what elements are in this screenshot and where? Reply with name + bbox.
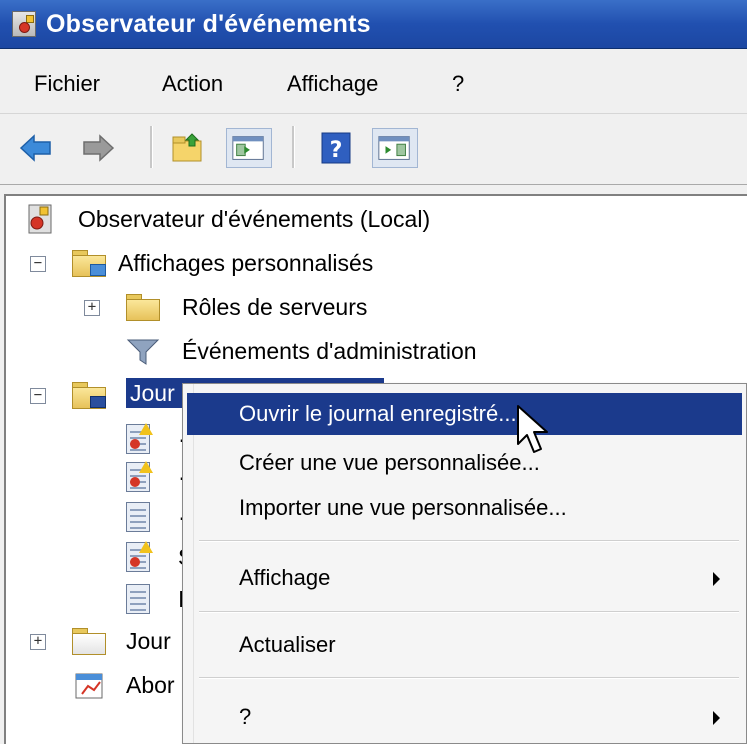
tree-item-root-label: Observateur d'événements (Local) [78,206,431,232]
tree-item-custom-views[interactable]: − Affichages personnalisés [20,244,720,284]
event-viewer-icon [28,204,52,234]
tree-item-admin-events-label: Événements d'administration [182,338,477,364]
tree-item-root[interactable]: Observateur d'événements (Local) [20,200,720,240]
expand-icon[interactable]: + [30,634,46,650]
event-viewer-app-icon [12,11,36,37]
menu-item-affichage[interactable]: Affichage [187,557,742,599]
menu-affichage[interactable]: Affichage [287,71,378,97]
tree-item-log-forwarded[interactable]: I [20,580,190,620]
folder-icon [126,294,160,321]
tree-item-server-roles-label: Rôles de serveurs [182,294,368,320]
menu-item-create-custom-view[interactable]: Créer une vue personnalisée... [187,442,742,484]
tree-item-log-system[interactable]: S [20,538,193,578]
svg-text:?: ? [330,138,343,163]
tree-item-custom-views-label: Affichages personnalisés [118,250,374,276]
context-menu: Ouvrir le journal enregistré... Créer un… [182,383,747,744]
show-hide-action-pane-icon[interactable] [372,128,418,168]
forward-arrow-icon[interactable] [80,130,116,166]
submenu-arrow-icon [713,572,720,586]
mouse-cursor-icon [517,405,548,453]
menu-item-import-custom-view-label: Importer une vue personnalisée... [239,495,567,520]
menu-item-open-saved-log[interactable]: Ouvrir le journal enregistré... [187,393,742,435]
collapse-icon[interactable]: − [30,388,46,404]
menu-item-import-custom-view[interactable]: Importer une vue personnalisée... [187,487,742,529]
back-arrow-icon[interactable] [18,130,54,166]
log-warning-icon [126,541,153,572]
toolbar-separator [150,126,153,168]
log-warning-icon [126,461,153,492]
menu-item-actualiser-label: Actualiser [239,632,336,657]
menu-fichier[interactable]: Fichier [34,71,100,97]
tree-item-log-installation[interactable]: · [20,498,190,538]
log-warning-icon [126,423,153,454]
menu-item-help-label: ? [239,704,252,729]
toolbar: ? [0,114,747,185]
tree-item-app-service-logs-label: Jour [126,628,171,654]
window-title: Observateur d'événements [46,10,371,38]
tree-item-app-service-logs[interactable]: + Jour [20,622,190,662]
tree-item-subscriptions[interactable]: Abor [20,666,190,706]
folder-icon [72,382,106,409]
folder-icon [72,628,106,655]
collapse-icon[interactable]: − [30,256,46,272]
tree-item-server-roles[interactable]: + Rôles de serveurs [20,288,720,328]
tree-item-admin-events[interactable]: Événements d'administration [20,332,720,372]
tree-item-log-security[interactable]: · [20,458,190,498]
menu-item-affichage-label: Affichage [239,565,331,590]
folder-icon [72,250,106,277]
menu-help[interactable]: ? [452,71,464,97]
menu-action[interactable]: Action [162,71,223,97]
log-icon [126,584,150,614]
filter-icon [126,336,160,368]
log-icon [126,502,150,532]
menu-separator [199,540,739,542]
help-icon[interactable]: ? [318,130,354,166]
toolbar-separator [292,126,295,168]
menu-separator [199,611,739,613]
menu-item-help[interactable]: ? [187,696,742,738]
submenu-arrow-icon [713,711,720,725]
menu-bar: Fichier Action Affichage ? [0,49,747,114]
tree-item-subscriptions-label: Abor [126,672,175,698]
menu-item-create-custom-view-label: Créer une vue personnalisée... [239,450,540,475]
up-folder-icon[interactable] [170,130,206,166]
title-bar[interactable]: Observateur d'événements [0,0,747,49]
subscriptions-icon [72,670,106,702]
menu-separator [199,677,739,679]
menu-item-actualiser[interactable]: Actualiser [187,624,742,666]
event-viewer-window: Observateur d'événements Fichier Action … [0,0,747,744]
menu-item-open-saved-log-label: Ouvrir le journal enregistré... [239,401,517,426]
expand-icon[interactable]: + [84,300,100,316]
show-hide-console-tree-icon[interactable] [226,128,272,168]
tree-item-log-application[interactable]: · [20,420,190,460]
